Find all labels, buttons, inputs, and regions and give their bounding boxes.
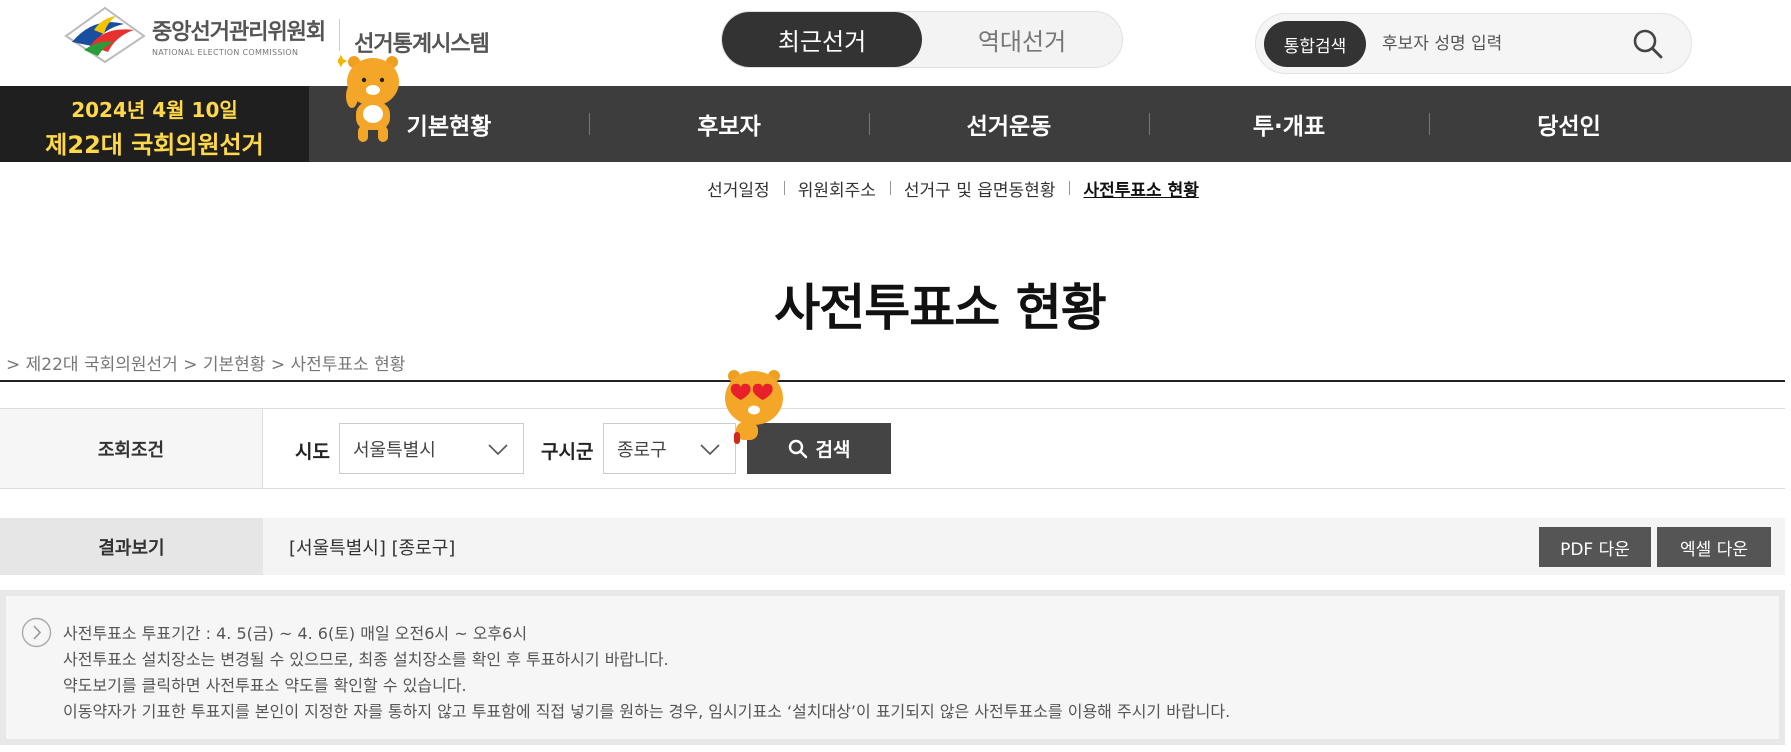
- notice-text: 사전투표소 투표기간 : 4. 5(금) ~ 4. 6(토) 매일 오전6시 ~…: [63, 621, 1230, 725]
- pdf-download-button[interactable]: PDF 다운: [1539, 527, 1651, 567]
- candidate-search-input[interactable]: [1382, 26, 1622, 62]
- org-name: 중앙선거관리위원회: [152, 19, 326, 45]
- mascot-heart-eyes-icon: [725, 370, 783, 444]
- header: 중앙선거관리위원회 NATIONAL ELECTION COMMISSION 선…: [0, 0, 1791, 86]
- election-name: 제22대 국회의원선거: [45, 131, 264, 159]
- submenu-election-schedule[interactable]: 선거일정: [693, 176, 784, 201]
- result-bar: 결과보기 [서울특별시] [종로구] PDF 다운 엑셀 다운: [0, 518, 1785, 575]
- election-date: 2024년 4월 10일: [71, 98, 238, 122]
- excel-download-button[interactable]: 엑셀 다운: [1657, 527, 1771, 567]
- breadcrumb: > 제22대 국회의원선거 > 기본현황 > 사전투표소 현황: [6, 355, 406, 375]
- chevron-down-icon: [488, 444, 508, 456]
- sido-select[interactable]: 서울특별시: [339, 423, 524, 474]
- notice-line: 약도보기를 클릭하면 사전투표소 약도를 확인할 수 있습니다.: [63, 676, 467, 695]
- org-name-en: NATIONAL ELECTION COMMISSION: [152, 47, 299, 57]
- logo[interactable]: 중앙선거관리위원회 NATIONAL ELECTION COMMISSION 선…: [64, 6, 490, 64]
- notice-line: 사전투표소 투표기간 : 4. 5(금) ~ 4. 6(토) 매일 오전6시 ~…: [63, 624, 528, 643]
- gu-value: 종로구: [617, 439, 667, 461]
- page-title: 사전투표소 현황: [774, 279, 1106, 337]
- result-condition: [서울특별시] [종로구]: [289, 538, 456, 559]
- search-badge[interactable]: 통합검색: [1264, 21, 1366, 67]
- notice-box: 사전투표소 투표기간 : 4. 5(금) ~ 4. 6(토) 매일 오전6시 ~…: [0, 590, 1785, 745]
- toggle-recent[interactable]: 최근선거: [722, 12, 922, 67]
- gu-select[interactable]: 종로구: [603, 423, 736, 474]
- notice-line: 사전투표소 설치장소는 변경될 수 있으므로, 최종 설치장소를 확인 후 투표…: [63, 650, 669, 669]
- election-toggle: 최근선거 역대선거: [721, 11, 1123, 68]
- nec-logo-icon: [64, 6, 146, 64]
- search-icon[interactable]: [1630, 26, 1666, 62]
- nav-item-voting-counting[interactable]: 투·개표: [1149, 86, 1429, 162]
- nav-item-candidates[interactable]: 후보자: [589, 86, 869, 162]
- sido-value: 서울특별시: [353, 439, 436, 461]
- nav-items: 기본현황 후보자 선거운동 투·개표 당선인: [309, 86, 1791, 162]
- main-nav: 2024년 4월 10일 제22대 국회의원선거 기본현황 후보자 선거운동 투…: [0, 86, 1791, 162]
- chevron-right-circle-icon: [21, 617, 52, 648]
- search-icon: [788, 439, 807, 458]
- result-label: 결과보기: [0, 518, 263, 575]
- sido-label: 시도: [295, 441, 330, 463]
- logo-divider: [339, 19, 341, 51]
- submenu-early-voting-stations[interactable]: 사전투표소 현황: [1069, 176, 1212, 201]
- divider: [0, 380, 1785, 382]
- query-label: 조회조건: [0, 409, 263, 488]
- sub-menu: 선거일정 위원회주소 선거구 및 읍면동현황 사전투표소 현황: [0, 176, 1791, 201]
- submenu-districts[interactable]: 선거구 및 읍면동현황: [889, 176, 1070, 201]
- toggle-past[interactable]: 역대선거: [922, 12, 1122, 67]
- gu-label: 구시군: [541, 441, 594, 463]
- notice-line: 이동약자가 기표한 투표지를 본인이 지정한 자를 통하지 않고 투표함에 직접…: [63, 702, 1231, 721]
- submenu-committee-address[interactable]: 위원회주소: [783, 176, 890, 201]
- chevron-down-icon: [700, 444, 720, 456]
- election-badge[interactable]: 2024년 4월 10일 제22대 국회의원선거: [0, 86, 309, 162]
- nav-item-winners[interactable]: 당선인: [1429, 86, 1709, 162]
- nav-item-campaign[interactable]: 선거운동: [869, 86, 1149, 162]
- header-search: 통합검색: [1255, 13, 1692, 74]
- logo-text: 중앙선거관리위원회 NATIONAL ELECTION COMMISSION: [152, 14, 326, 57]
- query-panel: 조회조건 시도 서울특별시 구시군 종로구 검색: [0, 408, 1785, 489]
- mascot-icon: [338, 54, 399, 142]
- search-button-label: 검색: [815, 439, 851, 461]
